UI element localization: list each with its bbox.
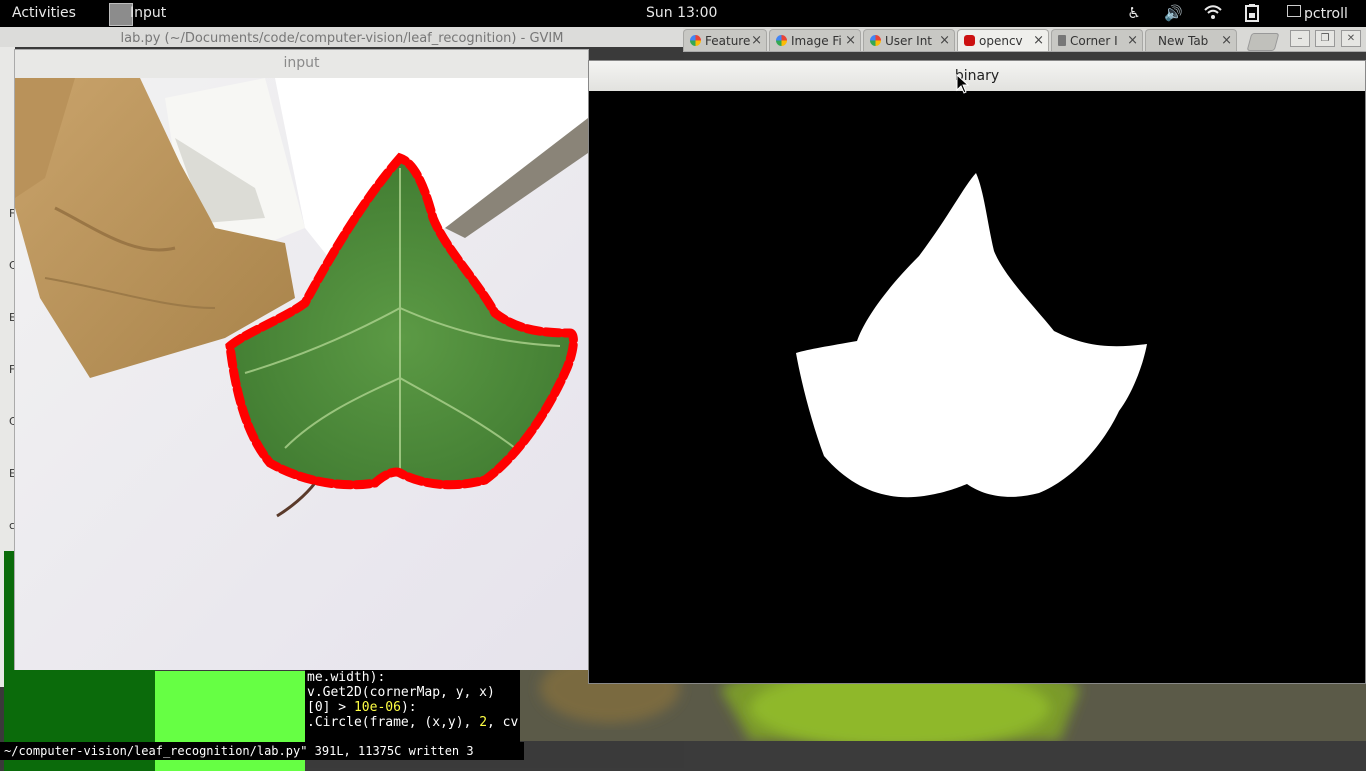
tab-close-icon[interactable]: ×	[939, 33, 950, 48]
input-window-title: input	[15, 50, 588, 78]
google-icon	[776, 35, 787, 46]
new-tab-button[interactable]	[1246, 33, 1280, 51]
binary-image	[589, 91, 1365, 683]
browser-tabstrip: Feature × Image Fi × User Int × opencv × Cor…	[683, 27, 1366, 52]
binary-window[interactable]: binary	[588, 60, 1366, 684]
gvim-title: lab.py (~/Documents/code/computer-vision…	[0, 27, 684, 47]
tab-close-icon[interactable]: ×	[1221, 33, 1232, 48]
browser-tab[interactable]: New Tab ×	[1145, 29, 1237, 51]
clock[interactable]: Sun 13:00	[646, 5, 717, 21]
code-line: v.Get2D(cornerMap, y, x)	[307, 685, 495, 700]
browser-tab[interactable]: Image Fi ×	[769, 29, 861, 51]
keyboard-icon	[1287, 5, 1301, 17]
top-bar: Activities Input Sun 13:00 ♿ 🔊 pctroll	[0, 0, 1366, 27]
browser-tab[interactable]: Corner I ×	[1051, 29, 1143, 51]
browser-tab[interactable]: Feature ×	[683, 29, 767, 51]
browser-tab-active[interactable]: opencv ×	[957, 29, 1049, 51]
browser-tab[interactable]: User Int ×	[863, 29, 955, 51]
tab-close-icon[interactable]: ×	[1127, 33, 1138, 48]
code-line: [0] > 10e-06):	[307, 700, 417, 715]
close-icon[interactable]: ✕	[1341, 30, 1361, 47]
binary-window-title: binary	[589, 61, 1365, 92]
battery-icon[interactable]	[1243, 4, 1261, 22]
user-menu[interactable]: pctroll	[1287, 5, 1348, 22]
accessibility-icon[interactable]: ♿	[1125, 4, 1143, 22]
vim-status-line: ~/computer-vision/leaf_recognition/lab.p…	[0, 742, 524, 760]
volume-icon[interactable]: 🔊	[1164, 4, 1183, 22]
tab-close-icon[interactable]: ×	[751, 33, 762, 48]
minimize-icon[interactable]: –	[1290, 30, 1310, 47]
maximize-icon[interactable]: ❐	[1315, 30, 1335, 47]
mouse-cursor-icon	[956, 74, 970, 94]
page-icon	[1058, 35, 1066, 46]
google-icon	[870, 35, 881, 46]
tab-close-icon[interactable]: ×	[845, 33, 856, 48]
code-line: me.width):	[307, 670, 386, 685]
wifi-icon[interactable]	[1204, 4, 1222, 22]
code-line: .Circle(frame, (x,y), 2, cv	[307, 715, 519, 730]
input-image	[15, 78, 588, 670]
google-icon	[690, 35, 701, 46]
youtube-icon	[964, 35, 975, 46]
app-menu-label: Input	[130, 5, 167, 21]
tab-close-icon[interactable]: ×	[1033, 33, 1044, 48]
activities-button[interactable]: Activities	[12, 5, 76, 21]
input-window[interactable]: input	[14, 49, 589, 670]
user-name: pctroll	[1304, 6, 1348, 22]
